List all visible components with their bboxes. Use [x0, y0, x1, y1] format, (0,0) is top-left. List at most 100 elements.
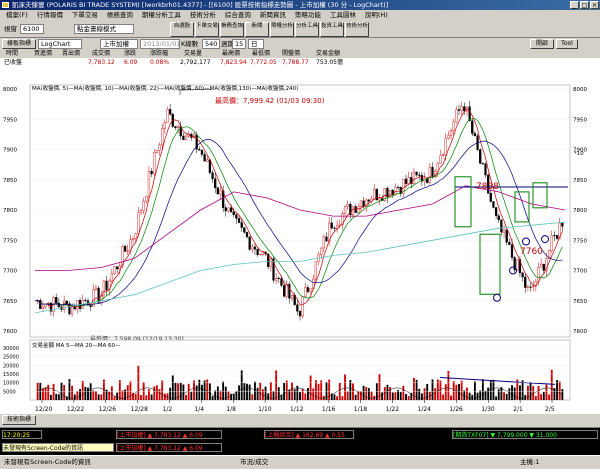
query-row: 樣板指標 LogChart 上市加權 2013/01/01 K線數 540 週期… [0, 38, 600, 50]
symbol-input[interactable]: 上市加權 [100, 39, 138, 49]
quote-otc[interactable]: [上櫃綜合] ▲ 162.69 ▲ 0.55 [264, 430, 354, 439]
menu-news[interactable]: 新聞資訊 [260, 10, 286, 21]
volume-bar [537, 385, 540, 400]
volume-bar [309, 375, 312, 400]
toolbar-btn-watchlist[interactable]: 自選股 [170, 22, 194, 37]
volume-bar [126, 385, 129, 400]
candle-body [232, 211, 235, 215]
volume-bar [312, 388, 315, 400]
candle-body [41, 306, 45, 309]
chart-type-select[interactable]: LogChart [38, 39, 82, 49]
candle-body [139, 210, 143, 214]
volume-bar [254, 381, 256, 400]
candle-body [214, 178, 217, 188]
candle-body [553, 235, 556, 237]
menu-options[interactable]: 期權分析工具 [142, 10, 181, 21]
menu-trade[interactable]: 下單交易 [72, 10, 98, 21]
menu-technical[interactable]: 技術分析 [190, 10, 216, 21]
menu-help[interactable]: 說明(H) [365, 10, 388, 21]
candle-body [561, 222, 564, 227]
tool-button[interactable]: Tool [556, 39, 578, 49]
vol-tick-label: 20000 [3, 363, 19, 369]
candle-body [473, 133, 477, 136]
toolbar-btn-account[interactable]: 帳務查詢 [220, 22, 244, 37]
volume-bar [124, 389, 127, 400]
candle-body [439, 155, 442, 164]
candle-body [269, 258, 272, 267]
candle-body [359, 200, 363, 207]
y-tick-label: 7850 [3, 178, 17, 184]
toolbar-btn-analysis[interactable]: 分析工具 [295, 22, 319, 37]
candle-body [457, 109, 461, 111]
candle-body [330, 222, 333, 229]
toolbar-btn-order[interactable]: 下單交易 [195, 22, 219, 37]
date-input[interactable]: 2013/01/01 [140, 39, 180, 49]
volume-bar [267, 393, 270, 400]
volume-bar [238, 385, 240, 400]
sheet-code-input[interactable]: 6100 [20, 24, 44, 34]
candle-body [280, 278, 283, 286]
y-tick-label: 8000 [3, 87, 17, 93]
volume-bar [521, 380, 524, 400]
open-button[interactable]: 開啟 [530, 39, 554, 49]
toolbar-btn-options[interactable]: 期權分析 [270, 22, 294, 37]
technical-chart[interactable]: 8000 80007950 79507900 79007850 78507800 7800… [0, 67, 600, 414]
menu-tools[interactable]: 工具園林 [330, 10, 356, 21]
volume-bar [216, 386, 219, 400]
menu-query[interactable]: 綜合查詢 [225, 10, 251, 21]
volume-bar [251, 394, 254, 400]
volume-bar [182, 384, 185, 400]
candle-body [367, 199, 371, 202]
quote-futures[interactable]: [期貨TXF07] ▼ 7,799.000 ▼ 31.000 [452, 430, 598, 439]
volume-bar [272, 391, 275, 400]
toolbar-btn-technical[interactable]: 技術分析 [345, 22, 369, 37]
toolbar-btn-invest[interactable]: 投資工具 [320, 22, 344, 37]
candle-body [169, 109, 172, 115]
volume-bar [301, 388, 304, 400]
status-mid: 市況/成交 [240, 458, 269, 466]
candle-body [431, 166, 434, 178]
menu-bar: 檔案(F) 行情報價 下單交易 帳務查詢 期權分析工具 技術分析 綜合查詢 新聞… [0, 10, 600, 21]
indicator-template-button[interactable]: 樣板指標 [2, 39, 36, 49]
candle-body [155, 150, 159, 153]
volume-bar [73, 394, 76, 400]
bottom-tabs: 技術指標 [0, 414, 600, 427]
candle-body [373, 188, 376, 200]
candle-body [253, 246, 257, 250]
toolbar-btn-news[interactable]: 新聞 [245, 22, 269, 37]
quote-taiex[interactable]: [上市加權] ▲ 7,783.12 ▲ 6.09 [116, 430, 222, 439]
volume-bar [87, 387, 89, 400]
menu-quotes[interactable]: 行情報價 [37, 10, 63, 21]
volume-bar [556, 379, 558, 400]
candle-body [516, 259, 519, 271]
vol-tick-label: 15000 [3, 372, 19, 378]
menu-account[interactable]: 帳務查詢 [107, 10, 133, 21]
candle-body [494, 207, 498, 216]
volume-bar [232, 394, 235, 400]
volume-bar [476, 392, 479, 400]
y-tick-label-right: 7750 [573, 238, 587, 244]
tab-technical[interactable]: 技術指標 [2, 415, 36, 425]
toolbar: 視窗 6100 點金畫線模式 自選股 下單交易 帳務查詢 新聞 期權分析 分析工… [0, 21, 600, 38]
close-button[interactable]: × [590, 1, 599, 9]
volume-bar [285, 380, 288, 400]
unit-select[interactable]: 日 [248, 39, 264, 49]
status-message: 未發現有Screen-Code的資訊 [4, 458, 91, 466]
layout-select[interactable]: 點金畫線模式 [74, 24, 134, 34]
volume-bar [171, 375, 174, 400]
candle-body [243, 227, 246, 233]
period-input[interactable]: 540 [202, 39, 220, 49]
volume-bar [291, 382, 293, 400]
hdr-ask: 賣出價 [62, 50, 81, 57]
menu-strategy[interactable]: 策略功能 [295, 10, 321, 21]
candle-body [39, 299, 42, 309]
minimize-button[interactable]: _ [570, 1, 579, 9]
maximize-button[interactable]: □ [580, 1, 589, 9]
menu-file[interactable]: 檔案(F) [6, 10, 28, 21]
quote-taiex-2[interactable]: [上市加權] ▲ 7,783.12 ▲ 6.09 [116, 443, 222, 452]
candle-body [211, 172, 214, 179]
volume-bar [402, 385, 405, 400]
interval-input[interactable]: 15 [232, 39, 246, 49]
volume-bar [208, 383, 211, 400]
x-tick-label: 1/12 [290, 406, 304, 413]
